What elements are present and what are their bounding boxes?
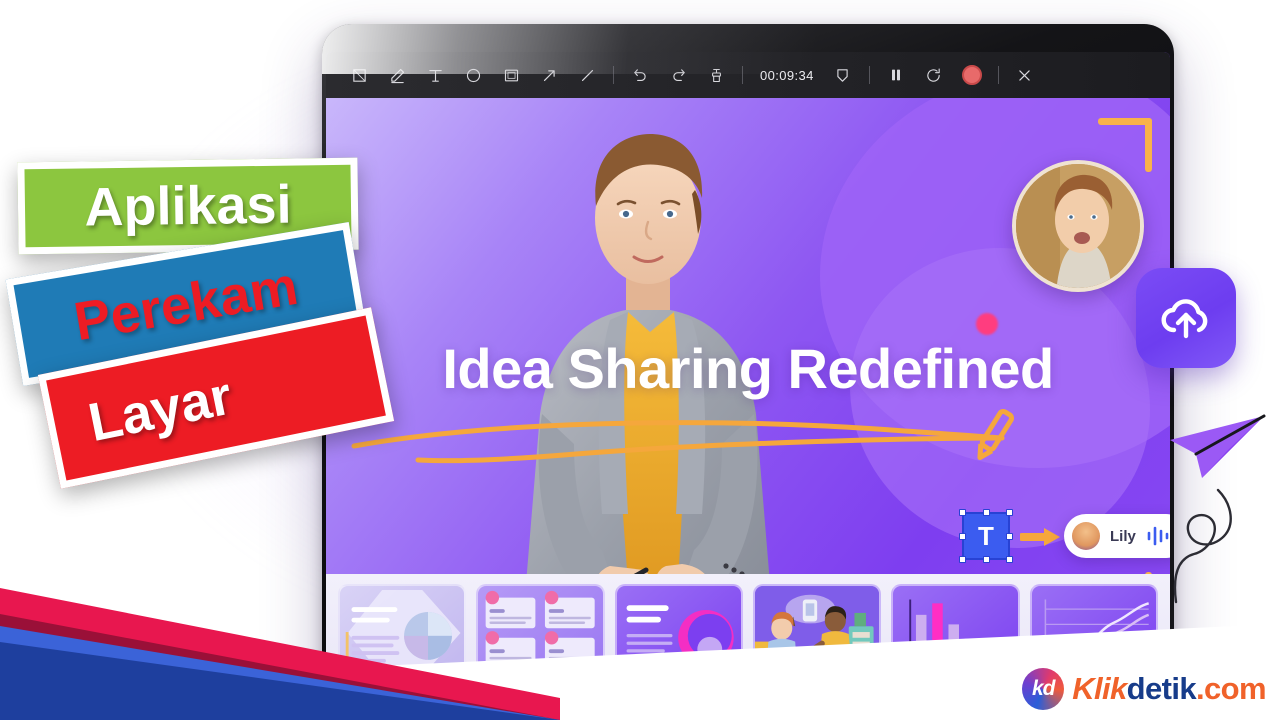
resize-handle-sw[interactable] xyxy=(959,556,966,563)
upload-button[interactable] xyxy=(1136,268,1236,368)
presenter-webcam[interactable] xyxy=(1012,160,1144,292)
pencil-underline-annotation xyxy=(351,409,1015,464)
logo-part-detik: detik xyxy=(1126,671,1197,706)
record-dot xyxy=(961,65,982,85)
promo-banner: 00:09:34 Idea Sharing Redefined T Lily A… xyxy=(0,0,1280,720)
record-icon[interactable] xyxy=(953,58,991,92)
decor-pink-dot xyxy=(976,313,998,335)
pen-icon[interactable] xyxy=(378,58,416,92)
label-text-aplikasi: Aplikasi xyxy=(84,174,292,238)
resize-handle-se[interactable] xyxy=(1006,556,1013,563)
redo-icon[interactable] xyxy=(659,58,697,92)
toolbar-divider xyxy=(742,66,743,84)
arrow-icon[interactable] xyxy=(530,58,568,92)
recording-timer: 00:09:34 xyxy=(760,67,814,83)
speaker-name: Lily xyxy=(1110,527,1136,545)
pause-icon[interactable] xyxy=(877,58,915,92)
toolbar-divider xyxy=(613,66,614,84)
line-icon[interactable] xyxy=(568,58,606,92)
logo-wordmark: Klik detik .com xyxy=(1072,671,1266,707)
recorder-toolbar: 00:09:34 xyxy=(326,52,1170,98)
text-tool-glyph: T xyxy=(978,520,994,551)
resize-handle-ne[interactable] xyxy=(1006,509,1013,516)
logo-badge: kd xyxy=(1022,668,1065,710)
resize-handle-n[interactable] xyxy=(983,509,990,516)
label-text-layar: Layar xyxy=(83,365,237,454)
marker-icon[interactable] xyxy=(824,58,862,92)
restart-icon[interactable] xyxy=(915,58,953,92)
toolbar-divider xyxy=(997,66,999,84)
brand-logo: kd Klik detik .com xyxy=(1022,668,1267,710)
close-icon[interactable] xyxy=(1006,58,1044,92)
text-tool-selection-box[interactable]: T xyxy=(959,509,1013,563)
resize-handle-s[interactable] xyxy=(983,556,990,563)
corner-bracket-top-right xyxy=(1098,118,1152,172)
capture-region-icon[interactable] xyxy=(340,58,378,92)
resize-handle-w[interactable] xyxy=(959,533,966,540)
flow-arrow-icon xyxy=(1020,528,1060,546)
logo-part-klik: Klik xyxy=(1072,671,1127,706)
paper-plane-decoration xyxy=(1170,414,1266,604)
resize-handle-nw[interactable] xyxy=(959,509,966,516)
ribbon-decoration xyxy=(0,588,560,720)
ellipse-icon[interactable] xyxy=(454,58,492,92)
cloud-upload-icon xyxy=(1161,299,1208,339)
resize-handle-e[interactable] xyxy=(1006,533,1013,540)
undo-icon[interactable] xyxy=(621,58,659,92)
logo-part-com: .com xyxy=(1196,671,1267,706)
text-icon[interactable] xyxy=(416,58,454,92)
eraser-icon[interactable] xyxy=(697,58,735,92)
avatar xyxy=(1072,522,1100,550)
toolbar-divider xyxy=(868,66,870,84)
rectangle-icon[interactable] xyxy=(492,58,530,92)
